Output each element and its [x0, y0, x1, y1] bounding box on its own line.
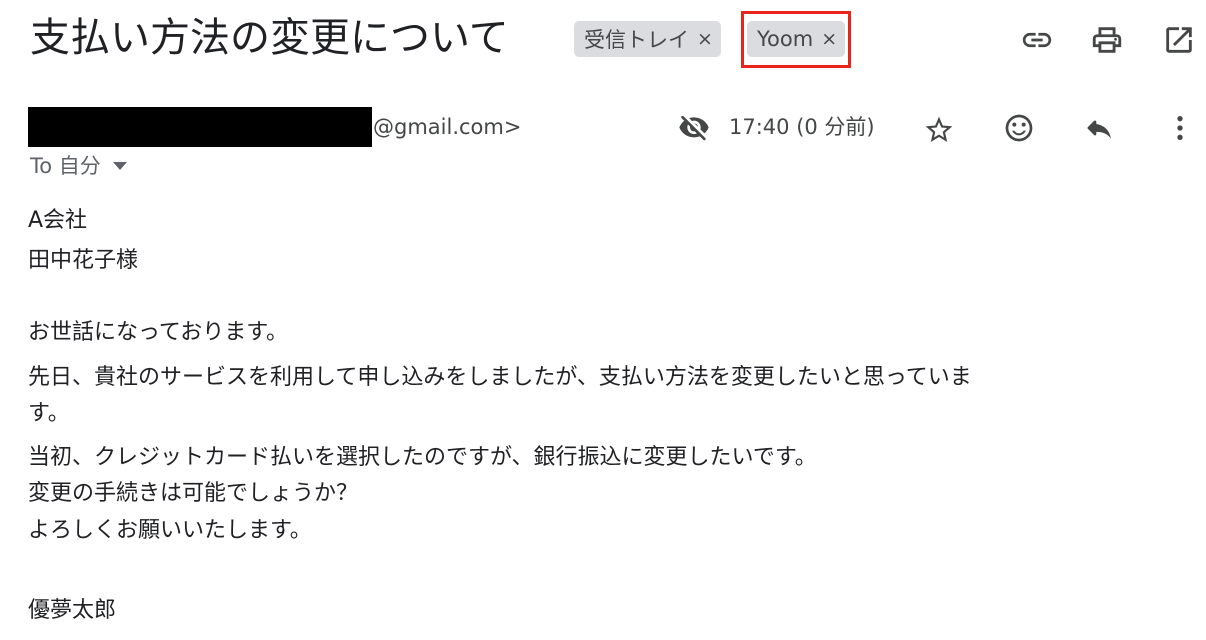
link-icon[interactable] [1018, 21, 1056, 59]
eye-off-icon [674, 108, 714, 148]
body-line-signature: 優夢太郎 [28, 598, 117, 623]
body-line-paragraph-2: 当初、クレジットカード払いを選択したのですが、銀行振込に変更したいです。 [28, 445, 817, 470]
label-chip-text: 受信トレイ [584, 28, 689, 52]
message-timestamp: 17:40 (0 分前) [729, 115, 875, 139]
body-line-recipient: 田中花子様 [28, 248, 139, 273]
sender-name-redacted [28, 107, 372, 147]
emoji-reaction-icon[interactable] [999, 108, 1039, 148]
body-line-paragraph-3: 変更の手続きは可能でしょうか？ [28, 481, 359, 506]
print-icon[interactable] [1088, 21, 1126, 59]
label-chip-inbox[interactable]: 受信トレイ × [574, 21, 721, 57]
sender-email: @gmail.com> [373, 115, 522, 139]
recipients-toggle[interactable]: To 自分 [30, 152, 127, 180]
open-in-new-window-icon[interactable] [1160, 21, 1198, 59]
body-line-greeting: お世話になっております。 [28, 320, 289, 345]
caret-down-icon [112, 162, 127, 170]
body-line-paragraph-1-cont: す。 [28, 401, 70, 426]
remove-label-button[interactable]: × [697, 28, 713, 50]
email-view: 支払い方法の変更について 受信トレイ × Yoom × @gmail.com> … [0, 0, 1206, 640]
annotation-highlight-box [741, 11, 851, 68]
star-icon[interactable] [919, 110, 959, 150]
body-line-closing: よろしくお願いいたします。 [28, 518, 312, 543]
reply-icon[interactable] [1079, 108, 1119, 148]
more-vertical-icon[interactable] [1160, 108, 1200, 148]
body-line-paragraph-1: 先日、貴社のサービスを利用して申し込みをしましたが、支払い方法を変更したいと思っ… [28, 365, 972, 390]
to-label: To 自分 [30, 154, 101, 178]
email-subject: 支払い方法の変更について [30, 15, 509, 61]
body-line-company: A会社 [28, 208, 88, 233]
